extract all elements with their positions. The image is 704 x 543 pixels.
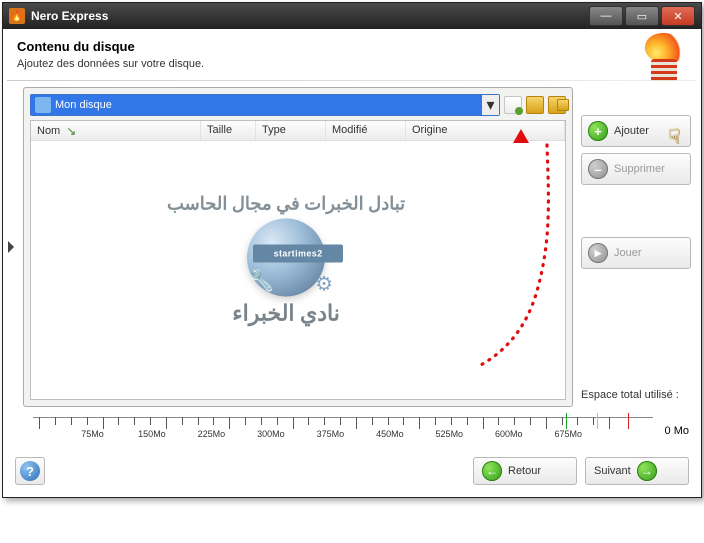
capacity-tick-label: 375Mo	[317, 429, 345, 439]
column-headers: Nom ↘ Taille Type Modifié Origine	[31, 121, 565, 141]
capacity-tick-label: 600Mo	[495, 429, 523, 439]
plus-icon: +	[588, 121, 608, 141]
col-nom[interactable]: Nom ↘	[31, 121, 201, 140]
disc-icon	[35, 97, 51, 113]
col-taille[interactable]: Taille	[201, 121, 256, 140]
capacity-tick-label: 150Mo	[138, 429, 166, 439]
close-button[interactable]: ✕	[661, 6, 695, 26]
nero-logo	[641, 33, 689, 81]
arrow-left-icon: ←	[482, 461, 502, 481]
space-used-label: Espace total utilisé :	[581, 389, 691, 407]
help-button[interactable]: ?	[15, 457, 45, 485]
window-title: Nero Express	[31, 9, 108, 23]
globe-icon: startimes2 🔧 ⚙	[247, 219, 325, 297]
delete-button[interactable]: – Supprimer	[581, 153, 691, 185]
sort-indicator-icon: ↘	[66, 124, 76, 138]
capacity-tick-label: 450Mo	[376, 429, 404, 439]
page-subtitle: Ajoutez des données sur votre disque.	[17, 58, 687, 70]
col-origine[interactable]: Origine	[406, 121, 565, 140]
capacity-tick-label: 525Mo	[436, 429, 464, 439]
capacity-value: 0 Mo	[665, 417, 689, 437]
capacity-tick-label: 300Mo	[257, 429, 285, 439]
help-icon: ?	[20, 461, 40, 481]
app-window: 🔥 Nero Express — ▭ ✕ Contenu du disque A…	[2, 2, 702, 498]
add-button[interactable]: + Ajouter ☟	[581, 115, 691, 147]
titlebar: 🔥 Nero Express — ▭ ✕	[3, 3, 701, 29]
gear-icon: ⚙	[315, 272, 333, 297]
col-type[interactable]: Type	[256, 121, 326, 140]
page-header: Contenu du disque Ajoutez des données su…	[3, 29, 701, 76]
disc-path-combo[interactable]: Mon disque ▾	[30, 94, 500, 116]
arrow-right-icon: →	[637, 461, 657, 481]
annotation-dots	[499, 141, 559, 371]
new-file-icon[interactable]	[504, 96, 522, 114]
play-button[interactable]: ▸ Jouer	[581, 237, 691, 269]
back-button[interactable]: ← Retour	[473, 457, 577, 485]
content-panel: Mon disque ▾ Nom ↘ Taille Type Modifié	[23, 87, 573, 407]
chevron-down-icon[interactable]: ▾	[481, 95, 499, 115]
minus-icon: –	[588, 159, 608, 179]
play-icon: ▸	[588, 243, 608, 263]
maximize-button[interactable]: ▭	[625, 6, 659, 26]
capacity-row: 75Mo 150Mo 225Mo 300Mo 375Mo 450Mo 525Mo 600Mo 6…	[3, 413, 701, 449]
disc-path-label: Mon disque	[55, 99, 112, 111]
new-folder-icon[interactable]	[526, 96, 544, 114]
side-buttons: + Ajouter ☟ – Supprimer ▸ Jouer Espace t…	[581, 87, 691, 407]
app-icon: 🔥	[9, 8, 25, 24]
watermark: تبادل الخبرات في مجال الحاسب startimes2 …	[167, 194, 405, 327]
capacity-tick-label: 225Mo	[198, 429, 226, 439]
folders-icon[interactable]	[548, 96, 566, 114]
next-button[interactable]: Suivant →	[585, 457, 689, 485]
col-modifie[interactable]: Modifié	[326, 121, 406, 140]
capacity-tick-label: 75Mo	[81, 429, 104, 439]
footer: ? ← Retour Suivant →	[3, 449, 701, 497]
file-list[interactable]: Nom ↘ Taille Type Modifié Origine تبادل …	[30, 120, 566, 400]
annotation-arrowhead	[513, 129, 529, 143]
cursor-hand-icon: ☟	[668, 124, 680, 149]
capacity-bar: 75Mo 150Mo 225Mo 300Mo 375Mo 450Mo 525Mo 600Mo 6…	[33, 417, 653, 447]
page-title: Contenu du disque	[17, 39, 687, 54]
capacity-tick-label: 675Mo	[555, 429, 583, 439]
minimize-button[interactable]: —	[589, 6, 623, 26]
expand-handle[interactable]	[7, 87, 15, 407]
wrench-icon: 🔧	[249, 268, 274, 293]
